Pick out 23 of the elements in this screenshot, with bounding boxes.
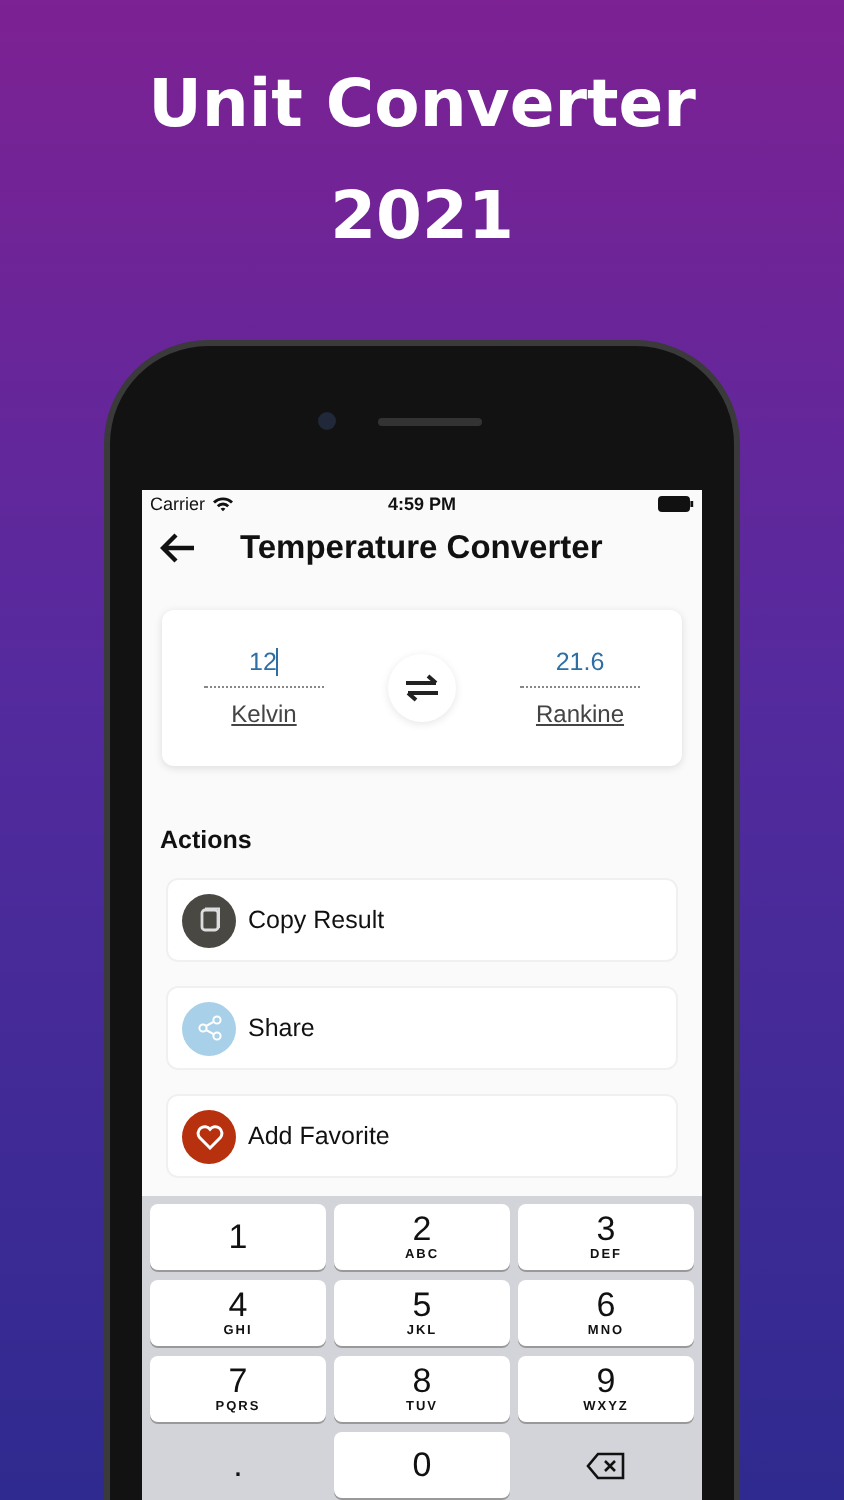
back-arrow-icon[interactable]: [160, 532, 196, 564]
carrier-label: Carrier: [150, 494, 206, 514]
action-row[interactable]: Add Favorite: [166, 1094, 678, 1178]
screen-title: Temperature Converter: [240, 529, 603, 567]
action-row[interactable]: Copy Result: [166, 878, 678, 962]
swap-arrows-icon: [404, 674, 440, 702]
battery-icon: [658, 496, 694, 512]
unit-link[interactable]: Rankine: [535, 700, 625, 728]
speaker-grille: [378, 418, 482, 426]
value-field[interactable]: 12: [204, 648, 324, 688]
keypad-key[interactable]: 1: [150, 1204, 326, 1270]
keypad-key[interactable]: .: [150, 1432, 326, 1498]
unit-link[interactable]: Kelvin: [231, 700, 297, 728]
section-heading: Actions: [160, 826, 254, 854]
value-field[interactable]: 21.6: [520, 648, 640, 688]
camera-icon: [318, 412, 336, 430]
action-row[interactable]: Share: [166, 986, 678, 1070]
wifi-icon: [211, 496, 234, 512]
backspace-icon: [586, 1451, 626, 1479]
keypad-key[interactable]: 0: [334, 1432, 510, 1498]
status-time: 4:59 PM: [388, 494, 456, 514]
headline: Unit Converter 2021: [146, 62, 698, 258]
swap-button[interactable]: [388, 654, 456, 722]
